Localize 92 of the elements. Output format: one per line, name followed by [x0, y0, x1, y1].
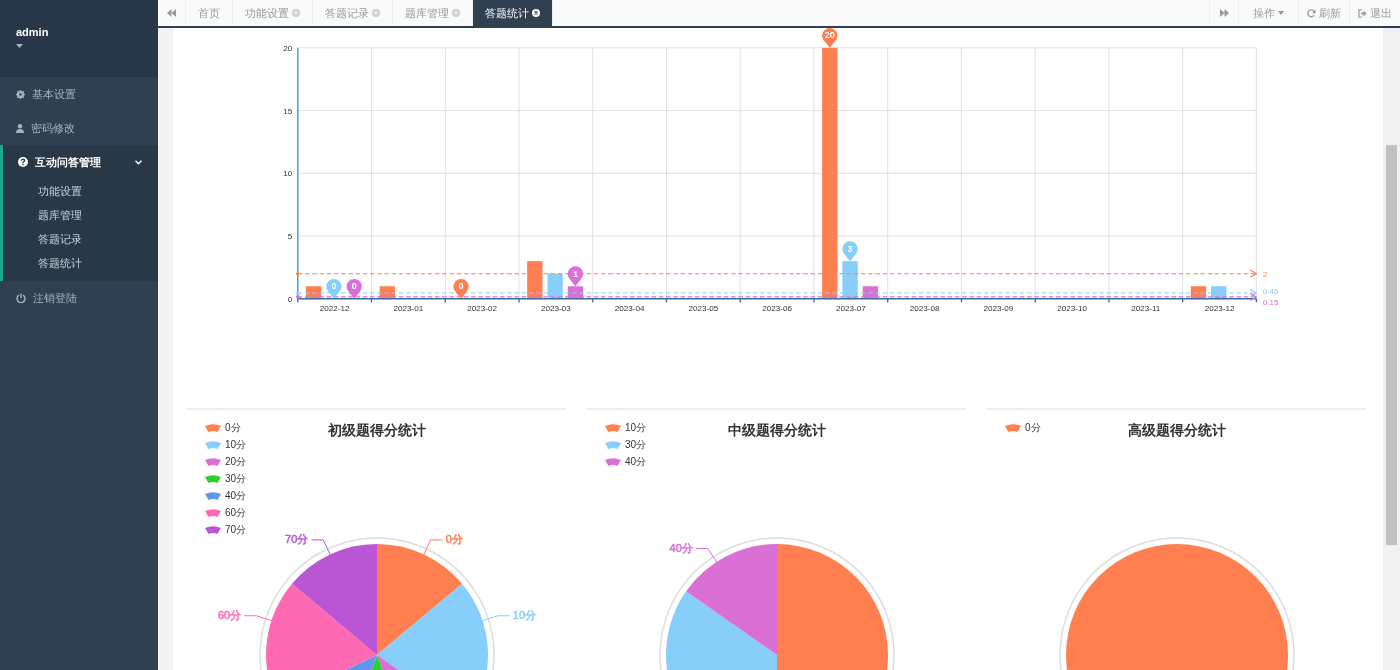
submenu-item[interactable]: 答题记录: [38, 227, 82, 251]
legend-icon[interactable]: [205, 526, 221, 534]
slice-label: 10分: [512, 609, 537, 622]
caret-icon: [1278, 11, 1284, 15]
axis-label: 2023-07: [835, 304, 866, 314]
user-name[interactable]: admin: [16, 26, 49, 38]
close-icon[interactable]: [532, 9, 540, 17]
legend-icon[interactable]: [205, 509, 221, 517]
legend-icon[interactable]: [205, 475, 221, 483]
tab[interactable]: 答题统计: [473, 0, 553, 26]
legend-label[interactable]: 40分: [625, 455, 647, 469]
axis-label: 2023-04: [614, 304, 645, 314]
value-pin: 0: [453, 278, 469, 299]
double-left-icon: [167, 9, 176, 17]
legend-label[interactable]: 10分: [625, 421, 647, 435]
legend-label[interactable]: 70分: [225, 523, 247, 537]
value-pin: 0: [346, 278, 362, 299]
legend-label[interactable]: 20分: [225, 455, 247, 469]
axis-label: 2022-12: [319, 304, 350, 314]
axis-label: 15: [283, 106, 293, 116]
annotation: 1: [572, 268, 578, 279]
legend-label[interactable]: 30分: [625, 438, 647, 452]
submenu-item[interactable]: 功能设置: [38, 179, 82, 203]
submenu-item[interactable]: 答题统计: [38, 251, 82, 275]
legend-label[interactable]: 0分: [1025, 421, 1041, 435]
chart-title: 初级题得分统计: [327, 422, 426, 440]
question-icon: [18, 157, 28, 167]
scrollbar-thumb[interactable]: [1386, 145, 1397, 545]
annotation: 3: [847, 243, 853, 254]
axis-label: 2023-05: [688, 304, 719, 314]
axis-label: 2023-06: [762, 304, 792, 314]
average-label: 0.46: [1262, 287, 1279, 297]
axis-label: 2023-10: [1057, 304, 1087, 314]
axis-label: 2023-09: [983, 304, 1014, 314]
legend-label[interactable]: 40分: [225, 489, 247, 503]
bar: [842, 261, 858, 299]
double-right-icon: [1219, 9, 1229, 17]
axis-label: 2023-11: [1131, 304, 1161, 314]
average-label: 0.15: [1262, 297, 1279, 307]
value-pin: 0: [326, 278, 342, 299]
legend-icon[interactable]: [605, 441, 621, 449]
legend-icon[interactable]: [1005, 424, 1021, 432]
slice-label: 0分: [445, 533, 463, 546]
legend-label[interactable]: 10分: [225, 438, 247, 452]
user-icon: [16, 123, 24, 133]
chart-title: 中级题得分统计: [727, 422, 826, 440]
value-pin: 3: [842, 241, 858, 262]
slice-label: 40分: [669, 542, 693, 554]
average-label: 2: [1262, 269, 1268, 279]
axis-label: 0: [287, 294, 293, 304]
annotation: 0: [351, 281, 357, 292]
annotation: 0: [458, 281, 464, 292]
slice-label: 70分: [285, 533, 309, 546]
chart-title: 高级题得分统计: [1127, 422, 1226, 440]
legend-label[interactable]: 0分: [225, 421, 241, 435]
power-icon: [16, 293, 26, 303]
slice-label: 60分: [217, 609, 242, 622]
legend-icon[interactable]: [205, 458, 221, 466]
axis-label: 2023-08: [909, 304, 940, 314]
sign-out-icon: [1358, 8, 1367, 18]
legend-label[interactable]: 60分: [225, 506, 247, 520]
leader-line: [422, 539, 444, 557]
menu-item[interactable]: 基本设置: [0, 77, 158, 111]
value-pin: 20: [822, 28, 838, 48]
gear-icon: [16, 89, 25, 99]
legend-icon[interactable]: [205, 424, 221, 432]
submenu-item[interactable]: 题库管理: [38, 203, 82, 227]
annotation: 0: [331, 281, 337, 292]
legend-icon[interactable]: [205, 441, 221, 449]
menu-item[interactable]: 注销登陆: [0, 281, 158, 315]
legend-label[interactable]: 30分: [225, 472, 247, 486]
caret-icon[interactable]: [16, 44, 23, 48]
bar: [547, 273, 563, 299]
menu-item[interactable]: 密码修改: [0, 111, 158, 145]
refresh-icon: [1307, 8, 1316, 18]
legend-icon[interactable]: [605, 458, 621, 466]
axis-label: 2023-03: [541, 304, 571, 314]
axis-label: 2023-12: [1204, 304, 1235, 314]
axis-label: 2023-02: [467, 304, 498, 314]
bar: [527, 261, 543, 299]
leader-line: [695, 548, 719, 565]
leader-line: [480, 615, 511, 622]
leader-line: [243, 615, 274, 622]
value-pin: 1: [567, 266, 584, 287]
menu-item[interactable]: 互动问答管理: [3, 145, 158, 179]
legend-icon[interactable]: [605, 424, 621, 432]
leader-line: [310, 539, 332, 557]
axis-label: 5: [287, 232, 293, 242]
axis-label: 10: [283, 169, 293, 179]
axis-label: 2023-01: [393, 304, 424, 314]
axis-label: 20: [283, 44, 293, 53]
legend-icon[interactable]: [205, 492, 221, 500]
